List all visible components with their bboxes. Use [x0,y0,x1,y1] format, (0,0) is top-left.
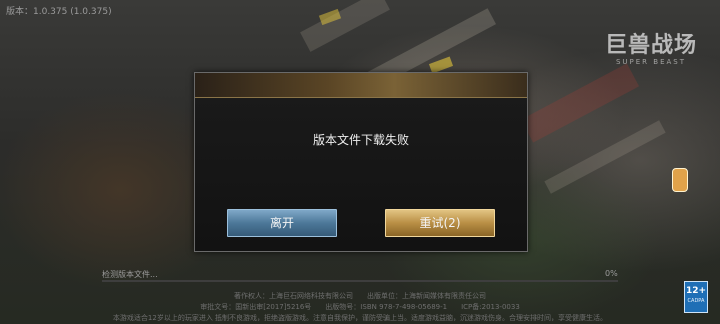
leave-button[interactable]: 离开 [227,209,337,237]
background-shard [520,63,640,143]
age-rating-number: 12+ [685,286,707,296]
progress-bar [102,280,618,282]
background-shard [544,120,666,194]
age-rating-caption: CADPA [687,298,705,304]
dialog-message: 版本文件下载失败 [312,133,409,147]
progress-percent: 0% [605,269,618,278]
footer-license: 审批文号：国新出审[2017]5216号 出版物号：ISBN 978-7-498… [200,303,520,311]
error-dialog: 版本文件下载失败 离开 重试(2) [194,72,528,252]
mascot-icon[interactable] [672,168,688,192]
footer-health-notice: 本游戏适合12岁以上的玩家进入 抵制不良游戏，拒绝盗版游戏。注意自我保护，谨防受… [112,314,608,322]
version-label: 版本：1.0.375 (1.0.375) [6,7,112,17]
logo-subtitle: SUPER BEAST [615,58,687,66]
game-logo: 巨兽战场 SUPER BEAST [596,33,706,67]
logo-title: 巨兽战场 [604,33,697,58]
progress-label: 检测版本文件... [102,270,158,279]
background-shard [300,0,390,52]
background-shard [428,56,454,74]
retry-button[interactable]: 重试(2) [385,209,495,237]
footer-copyright: 著作权人：上海巨石网络科技有限公司 出版单位：上海新闻媒体有限责任公司 [234,292,486,300]
age-rating-badge: 12+ CADPA [684,281,708,313]
dialog-header-bar [195,73,527,98]
